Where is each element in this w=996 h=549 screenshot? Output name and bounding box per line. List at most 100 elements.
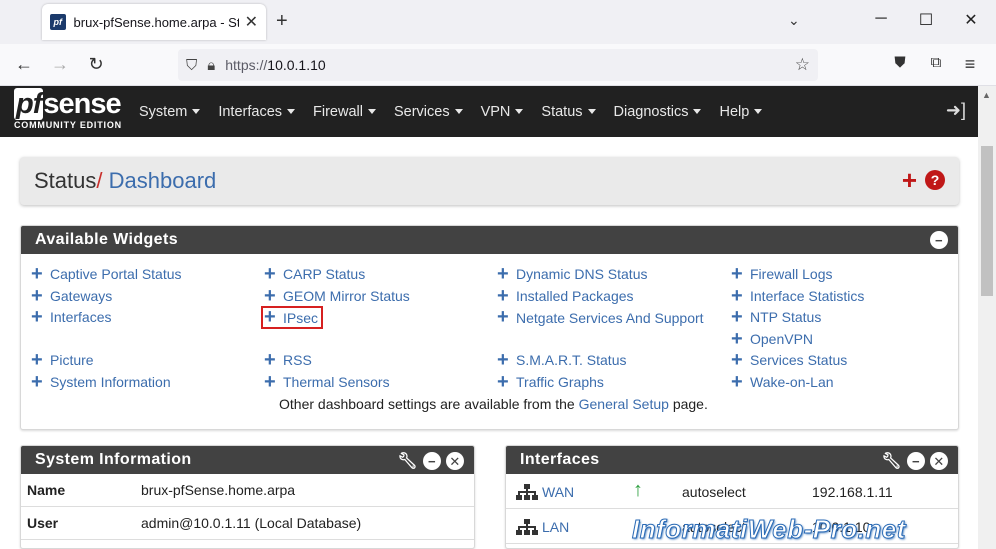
- plus-icon: +: [264, 263, 276, 285]
- widget-column-4: + Firewall Logs + Interface Statistics + NT…: [731, 263, 864, 396]
- menu-icon[interactable]: ≡: [958, 54, 982, 75]
- close-icon[interactable]: ✕: [446, 452, 464, 470]
- list-tabs-chevron-icon[interactable]: ⌄: [788, 12, 800, 29]
- system-information-panel: System Information 🔧︎ − ✕ Name brux-pfSe…: [20, 445, 475, 549]
- widget-interface-statistics[interactable]: + Interface Statistics: [731, 284, 864, 310]
- interface-link-wan[interactable]: WAN: [542, 484, 574, 500]
- widget-thermal-sensors[interactable]: + Thermal Sensors: [264, 372, 410, 396]
- menu-services[interactable]: Services: [385, 104, 472, 120]
- widget-picture[interactable]: + Picture: [31, 350, 182, 374]
- menu-status[interactable]: Status: [532, 104, 604, 120]
- widget-services-status[interactable]: + Services Status: [731, 350, 864, 374]
- available-widgets-panel: Available Widgets − + Captive Portal Stat…: [20, 225, 959, 430]
- plus-icon: +: [497, 370, 509, 393]
- breadcrumb-dashboard-link[interactable]: Dashboard: [109, 168, 217, 193]
- widget-system-information[interactable]: + System Information: [31, 370, 182, 396]
- widget-dynamic-dns-status[interactable]: + Dynamic DNS Status: [497, 263, 717, 288]
- widget-openvpn[interactable]: + OpenVPN: [731, 329, 864, 353]
- maximize-icon[interactable]: ☐: [911, 10, 941, 30]
- table-row: WAN ↑ autoselect 192.168.1.11: [506, 474, 958, 509]
- menu-diagnostics[interactable]: Diagnostics: [605, 104, 711, 120]
- breadcrumb-separator: /: [96, 168, 103, 193]
- widget-column-2: + CARP Status + GEOM Mirror Status + IPsec …: [260, 263, 410, 396]
- general-setup-link[interactable]: General Setup: [579, 396, 669, 412]
- browser-tab[interactable]: pf brux-pfSense.home.arpa - Status ✕: [42, 4, 266, 40]
- widget-installed-packages[interactable]: + Installed Packages: [497, 286, 717, 310]
- close-tab-icon[interactable]: ✕: [245, 12, 258, 32]
- scroll-thumb[interactable]: [981, 146, 993, 296]
- status-up-icon: ↑: [633, 479, 643, 501]
- widget-traffic-graphs[interactable]: + Traffic Graphs: [497, 370, 717, 396]
- widget-gateways[interactable]: + Gateways: [31, 286, 182, 310]
- tab-title: brux-pfSense.home.arpa - Status: [73, 14, 239, 30]
- page-scrollbar[interactable]: ▲: [978, 86, 996, 549]
- widget-wake-on-lan[interactable]: + Wake-on-Lan: [731, 370, 864, 396]
- pfsense-favicon-icon: pf: [50, 14, 66, 30]
- bookmark-star-icon[interactable]: ☆: [795, 55, 810, 75]
- plus-icon: +: [31, 306, 43, 328]
- widget-interfaces[interactable]: + Interfaces: [31, 306, 182, 331]
- pocket-icon[interactable]: ⛊: [888, 54, 912, 71]
- collapse-icon[interactable]: −: [907, 452, 925, 470]
- widget-carp-status[interactable]: + CARP Status: [264, 263, 410, 288]
- caret-down-icon: [693, 109, 702, 115]
- plus-icon: +: [731, 263, 743, 285]
- minimize-icon[interactable]: ─: [866, 10, 896, 28]
- network-icon: [516, 519, 538, 535]
- widget-ipsec[interactable]: + IPsec: [260, 306, 410, 331]
- plus-icon: +: [731, 370, 743, 393]
- add-widget-icon[interactable]: +: [902, 167, 917, 193]
- collapse-icon[interactable]: −: [423, 452, 441, 470]
- breadcrumb: Status/ Dashboard + ?: [20, 157, 959, 205]
- pfsense-logo[interactable]: pfsense COMMUNITY EDITION: [14, 88, 124, 134]
- widget-captive-portal-status[interactable]: + Captive Portal Status: [31, 264, 182, 288]
- caret-down-icon: [754, 109, 763, 115]
- back-icon[interactable]: ←: [12, 54, 36, 75]
- caret-down-icon: [287, 109, 296, 115]
- lock-icon[interactable]: 🔒︎: [207, 57, 215, 74]
- widget-ntp-status[interactable]: + NTP Status: [731, 307, 864, 331]
- plus-icon: +: [264, 306, 276, 328]
- close-icon[interactable]: ✕: [930, 452, 948, 470]
- widget-rss[interactable]: + RSS: [264, 350, 410, 374]
- menu-help[interactable]: Help: [710, 104, 771, 120]
- close-window-icon[interactable]: ✕: [956, 10, 986, 30]
- widget-smart-status[interactable]: + S.M.A.R.T. Status: [497, 349, 717, 374]
- plus-icon: +: [31, 370, 43, 393]
- forward-icon[interactable]: →: [48, 54, 72, 75]
- row-key: User: [27, 515, 59, 531]
- browser-nav-bar: ← → ↻ ⛉ 🔒︎ https://10.0.1.10 ☆ ⛊ ⧉ ≡: [0, 44, 996, 86]
- menu-firewall[interactable]: Firewall: [304, 104, 385, 120]
- scroll-up-icon[interactable]: ▲: [982, 90, 991, 100]
- extensions-icon[interactable]: ⧉: [924, 54, 948, 71]
- menu-vpn[interactable]: VPN: [472, 104, 533, 120]
- menu-interfaces[interactable]: Interfaces: [209, 104, 304, 120]
- caret-down-icon: [587, 109, 596, 115]
- logo-edition: COMMUNITY EDITION: [14, 120, 122, 130]
- table-row: User admin@10.0.1.11 (Local Database): [21, 507, 474, 540]
- widget-geom-mirror-status[interactable]: + GEOM Mirror Status: [264, 286, 410, 310]
- plus-icon: +: [497, 263, 509, 285]
- menu-system[interactable]: System: [130, 104, 209, 120]
- plus-icon: +: [497, 349, 509, 371]
- plus-icon: +: [731, 284, 743, 307]
- caret-down-icon: [454, 109, 463, 115]
- dashboard-settings-note: Other dashboard settings are available f…: [279, 396, 708, 412]
- logout-icon[interactable]: ➜]: [946, 100, 966, 121]
- new-tab-icon[interactable]: +: [276, 10, 288, 33]
- pfsense-header: pfsense COMMUNITY EDITION System Interfa…: [0, 86, 978, 137]
- shield-icon[interactable]: ⛉: [186, 57, 197, 74]
- wrench-icon[interactable]: 🔧︎: [881, 451, 902, 471]
- interface-address: 192.168.1.11: [812, 484, 893, 500]
- caret-down-icon: [367, 109, 376, 115]
- panel-title: System Information 🔧︎ − ✕: [21, 446, 474, 474]
- widget-netgate-services[interactable]: + Netgate Services And Support: [497, 307, 717, 352]
- collapse-icon[interactable]: −: [930, 231, 948, 249]
- interface-link-lan[interactable]: LAN: [542, 519, 569, 535]
- reload-icon[interactable]: ↻: [84, 54, 108, 75]
- url-text[interactable]: https://10.0.1.10: [225, 57, 325, 73]
- help-icon[interactable]: ?: [925, 170, 945, 190]
- address-bar[interactable]: ⛉ 🔒︎ https://10.0.1.10 ☆: [178, 49, 818, 81]
- wrench-icon[interactable]: 🔧︎: [397, 451, 418, 471]
- widget-firewall-logs[interactable]: + Firewall Logs: [731, 263, 864, 288]
